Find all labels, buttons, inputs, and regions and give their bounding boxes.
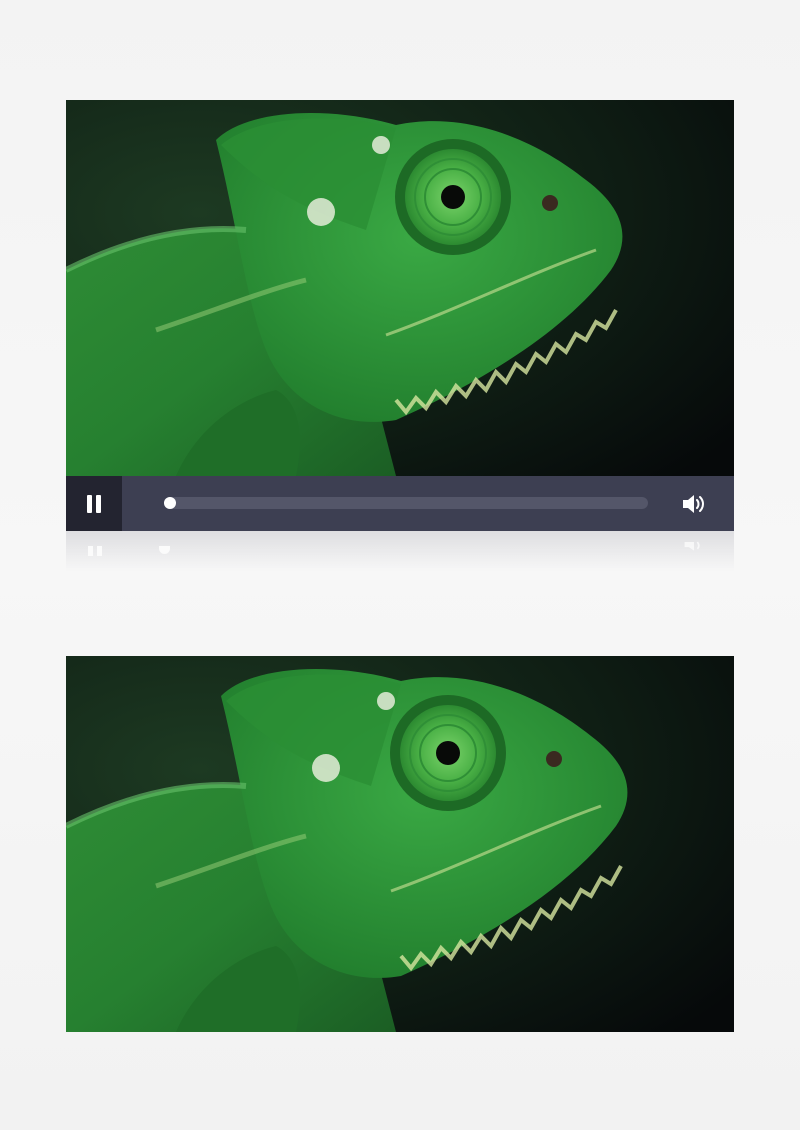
- play-pause-button[interactable]: [66, 476, 122, 531]
- thumb-reflection: [159, 546, 170, 554]
- volume-icon-reflection: [684, 541, 700, 551]
- volume-icon[interactable]: [680, 490, 708, 518]
- pause-icon: [85, 494, 103, 513]
- pause-icon-reflection: [86, 543, 104, 561]
- progress-track[interactable]: [164, 497, 648, 509]
- player-control-bar: [66, 476, 734, 531]
- chameleon-image: [66, 656, 734, 1032]
- progress-thumb[interactable]: [164, 497, 176, 509]
- control-bar-reflection: [66, 531, 734, 571]
- video-frame-top[interactable]: [66, 100, 734, 476]
- chameleon-image: [66, 100, 734, 476]
- video-frame-bottom: [66, 656, 734, 1032]
